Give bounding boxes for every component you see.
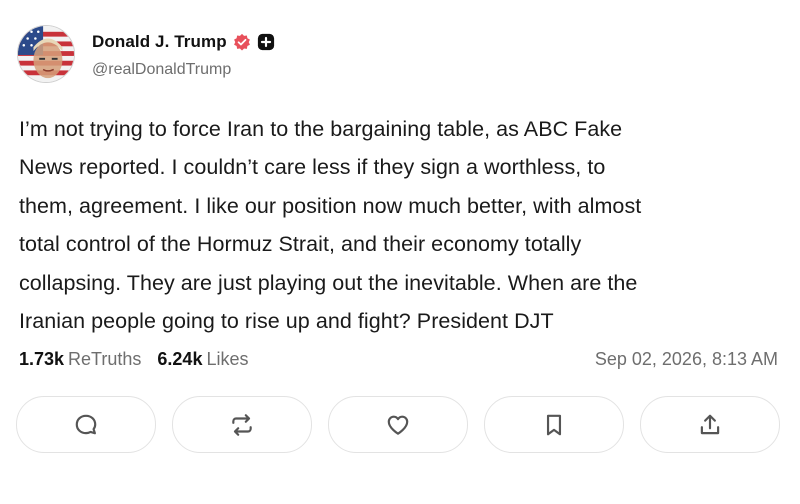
bookmark-button[interactable]	[484, 396, 624, 453]
comment-icon	[75, 414, 97, 434]
share-icon	[700, 414, 720, 434]
post-body-text: I’m not trying to force Iran to the barg…	[19, 117, 642, 334]
author-handle[interactable]: @realDonaldTrump	[92, 61, 231, 79]
retruth-button[interactable]	[172, 396, 312, 453]
retruths-count: 1.73k	[19, 349, 65, 369]
avatar-image	[18, 26, 74, 82]
likes-stat[interactable]: 6.24k Likes	[157, 349, 248, 370]
post-stats: 1.73k ReTruths 6.24k Likes	[19, 349, 248, 370]
bookmark-icon	[546, 414, 562, 435]
author-display-name[interactable]: Donald J. Trump	[92, 32, 227, 52]
post-avatar[interactable]	[17, 25, 75, 83]
share-button[interactable]	[640, 396, 780, 453]
likes-count: 6.24k	[157, 349, 203, 369]
like-button[interactable]	[328, 396, 468, 453]
reply-button[interactable]	[16, 396, 156, 453]
post-action-bar	[16, 396, 780, 453]
likes-label: Likes	[206, 349, 249, 369]
retruths-label: ReTruths	[68, 349, 142, 369]
plus-badge-icon	[257, 33, 274, 51]
post-timestamp[interactable]: Sep 02, 2026, 8:13 AM	[595, 349, 778, 370]
retruths-stat[interactable]: 1.73k ReTruths	[19, 349, 141, 370]
heart-icon	[387, 415, 409, 435]
author-name-row: Donald J. Trump	[92, 31, 275, 53]
verified-badge-icon	[233, 33, 250, 51]
repost-icon	[232, 413, 252, 436]
